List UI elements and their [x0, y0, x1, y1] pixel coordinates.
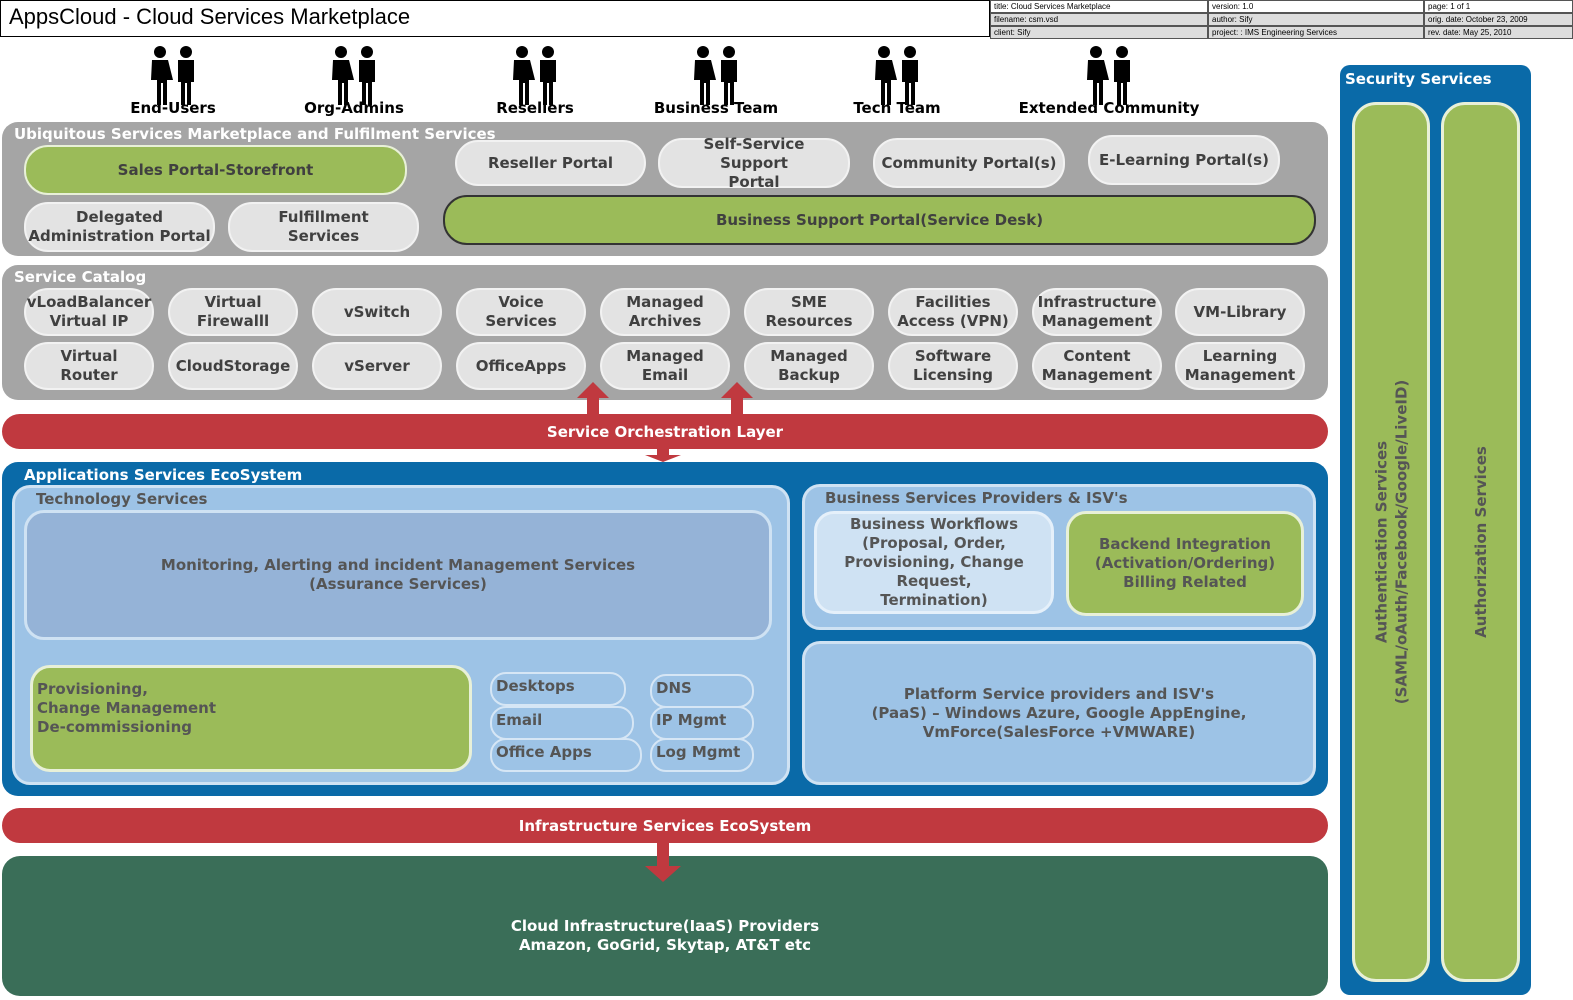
catalog-item: CloudStorage [168, 342, 298, 390]
elearning-portal: E-Learning Portal(s) [1088, 135, 1280, 185]
catalog-item: SME Resources [744, 288, 874, 336]
reseller-portal: Reseller Portal [455, 140, 646, 186]
business-workflows: Business Workflows (Proposal, Order, Pro… [814, 511, 1054, 614]
catalog-item: vServer [312, 342, 442, 390]
user-group-label: Extended Community [1018, 99, 1200, 117]
user-group-label: Org-Admins [304, 99, 404, 117]
diagram-title: AppsCloud - Cloud Services Marketplace [0, 0, 990, 37]
user-group-label: Business Team [653, 99, 779, 117]
meta-client: client: Sify [990, 26, 1208, 39]
users-icon [513, 46, 556, 105]
marketplace-title: Ubiquitous Services Marketplace and Fulf… [14, 125, 496, 143]
user-group-label: End-Users [130, 99, 216, 117]
business-support-portal: Business Support Portal(Service Desk) [443, 195, 1316, 245]
authentication-services: Authentication Services (SAML/oAuth/Face… [1352, 102, 1430, 982]
authorization-services: Authorization Services [1441, 102, 1520, 982]
ip-mgmt-service: IP Mgmt [650, 706, 754, 740]
authorization-label: Authorization Services [1471, 446, 1490, 638]
users-icon [332, 46, 375, 105]
infrastructure-ecosystem-bar: Infrastructure Services EcoSystem [2, 808, 1328, 843]
service-catalog-title: Service Catalog [14, 268, 147, 286]
apps-ecosystem-title: Applications Services EcoSystem [24, 466, 303, 484]
catalog-item: Learning Management [1175, 342, 1305, 390]
community-portal: Community Portal(s) [873, 138, 1065, 188]
catalog-item: Infrastructure Management [1032, 288, 1162, 336]
catalog-item: Voice Services [456, 288, 586, 336]
users-icon [694, 46, 737, 105]
technology-services-title: Technology Services [36, 490, 208, 508]
self-service-portal: Self-Service Support Portal [658, 135, 850, 191]
catalog-item: Facilities Access (VPN) [888, 288, 1018, 336]
meta-title: title: Cloud Services Marketplace [990, 0, 1208, 13]
catalog-item: OfficeApps [456, 342, 586, 390]
catalog-item: VM-Library [1175, 288, 1305, 336]
users-icon [875, 46, 918, 105]
service-orchestration-layer: Service Orchestration Layer [2, 414, 1328, 449]
email-service: Email [490, 706, 634, 740]
catalog-item: Software Licensing [888, 342, 1018, 390]
meta-version: version: 1.0 [1208, 0, 1424, 13]
catalog-item: Virtual Firewalll [168, 288, 298, 336]
meta-page: page: 1 of 1 [1424, 0, 1573, 13]
meta-project: project: : IMS Engineering Services [1208, 26, 1424, 39]
infra-arrow-icon [645, 843, 681, 882]
meta-rev-date: rev. date: May 25, 2010 [1424, 26, 1573, 39]
log-mgmt-service: Log Mgmt [650, 738, 754, 772]
catalog-item: Content Management [1032, 342, 1162, 390]
desktops-service: Desktops [490, 672, 626, 706]
authentication-label: Authentication Services (SAML/oAuth/Face… [1372, 379, 1410, 705]
delegated-admin-portal: Delegated Administration Portal [24, 202, 215, 252]
catalog-item: Managed Archives [600, 288, 730, 336]
dns-service: DNS [650, 674, 754, 708]
catalog-item: Virtual Router [24, 342, 154, 390]
catalog-item: Managed Email [600, 342, 730, 390]
down-arrow [645, 449, 681, 462]
catalog-item: vSwitch [312, 288, 442, 336]
security-services-title: Security Services [1345, 70, 1492, 88]
platform-services: Platform Service providers and ISV's (Pa… [802, 641, 1316, 785]
monitoring-services: Monitoring, Alerting and incident Manage… [24, 510, 772, 640]
title-block: title: Cloud Services Marketplace versio… [990, 0, 1573, 39]
sales-portal: Sales Portal-Storefront [24, 145, 407, 195]
backend-integration: Backend Integration (Activation/Ordering… [1066, 511, 1304, 616]
fulfillment-services: Fulfillment Services [228, 202, 419, 252]
meta-author: author: Sify [1208, 13, 1424, 26]
catalog-item: Managed Backup [744, 342, 874, 390]
office-apps-service: Office Apps [490, 738, 642, 772]
users-icon [1087, 46, 1130, 105]
user-group-label: Tech Team [853, 99, 941, 117]
user-group-label: Resellers [496, 99, 574, 117]
meta-orig-date: orig. date: October 23, 2009 [1424, 13, 1573, 26]
catalog-item: vLoadBalancer Virtual IP [24, 288, 154, 336]
users-icon [151, 46, 194, 105]
meta-filename: filename: csm.vsd [990, 13, 1208, 26]
business-services-title: Business Services Providers & ISV's [825, 489, 1128, 507]
provisioning-services: Provisioning, Change Management De-commi… [30, 665, 472, 772]
